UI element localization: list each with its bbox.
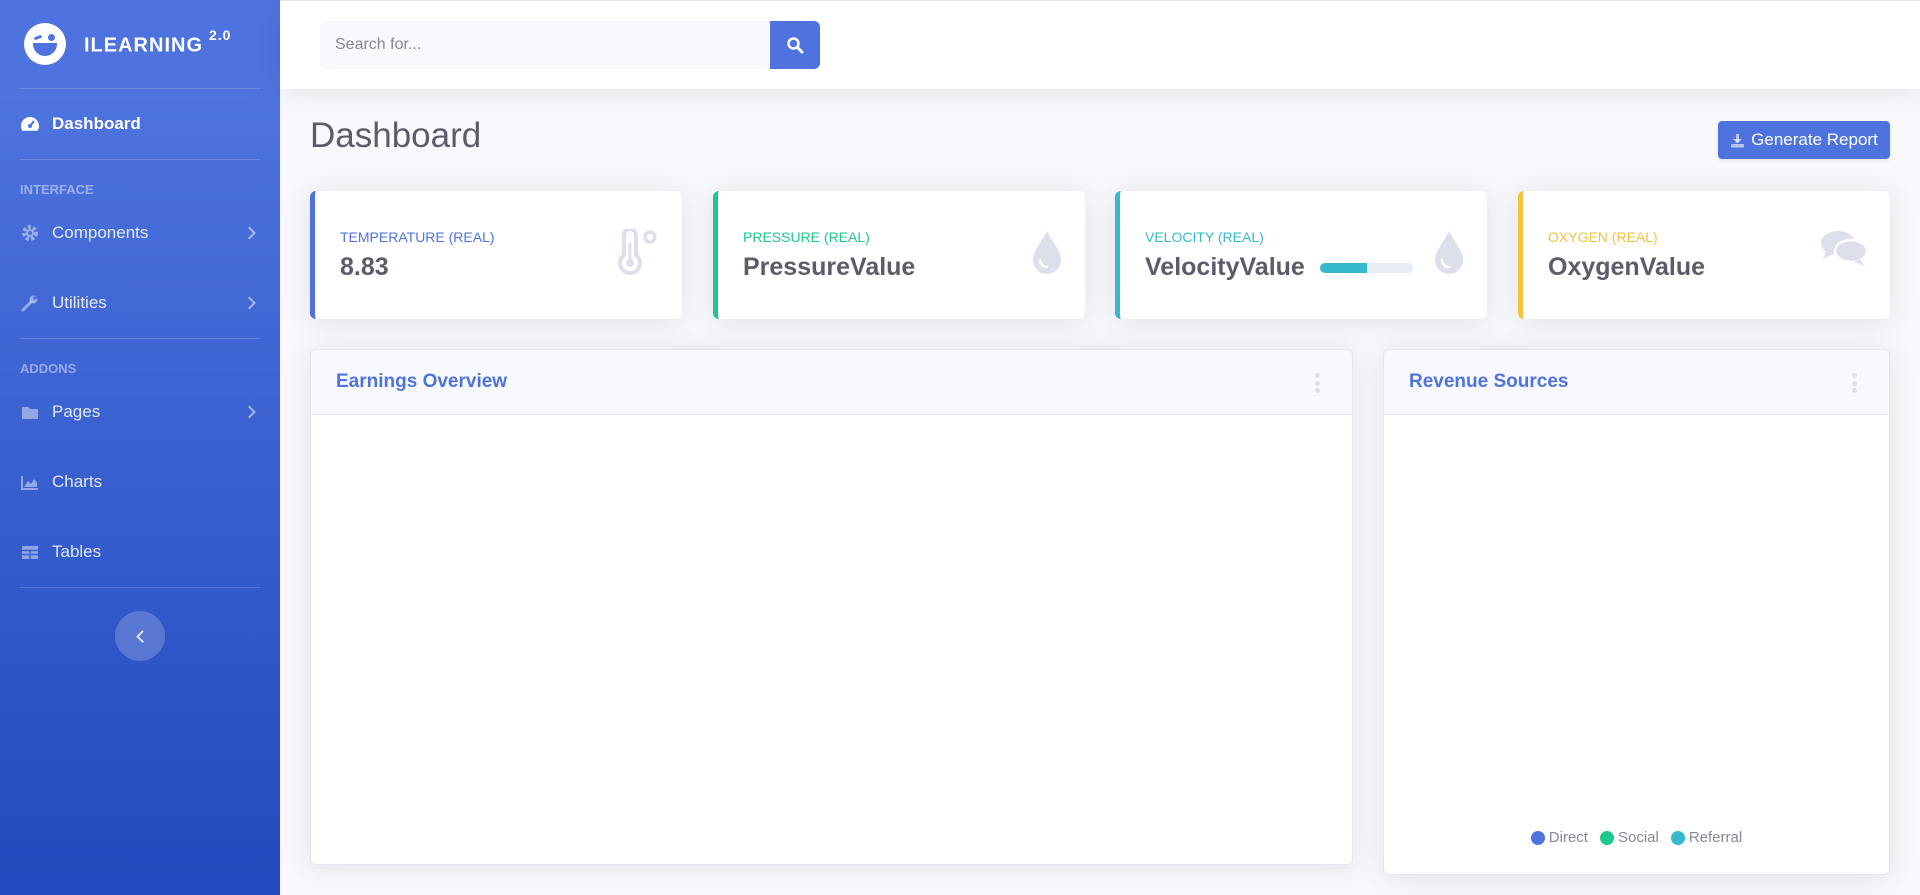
droplet-icon (1031, 229, 1063, 280)
sidebar-item-components[interactable]: Components (0, 198, 280, 268)
revenue-sources-panel: Revenue Sources Direct Social Referral (1383, 349, 1890, 875)
card-label: VELOCITY (REAL) (1145, 229, 1264, 245)
topbar (280, 0, 1920, 89)
folder-icon (20, 402, 40, 422)
temperature-card: TEMPERATURE (REAL) 8.83 (310, 191, 682, 319)
oxygen-card: OXYGEN (REAL) OxygenValue (1518, 191, 1890, 319)
card-value: OxygenValue (1548, 253, 1706, 281)
panel-header: Revenue Sources (1384, 350, 1889, 415)
revenue-chart-area (1384, 415, 1889, 875)
earnings-chart-area (311, 415, 1352, 865)
generate-report-label: Generate Report (1751, 130, 1878, 149)
legend-item-social: Social (1599, 829, 1659, 846)
sidebar-item-pages[interactable]: Pages (0, 377, 280, 447)
generate-report-button[interactable]: Generate Report (1718, 121, 1890, 159)
chart-area-icon (20, 472, 40, 492)
legend-item-referral: Referral (1670, 829, 1743, 846)
droplet-icon (1433, 229, 1465, 280)
sidebar-item-label: Charts (52, 472, 103, 491)
card-value: 8.83 (340, 253, 389, 281)
laugh-wink-icon (24, 23, 66, 65)
card-label: PRESSURE (REAL) (743, 229, 870, 245)
brand-text: ILEARNING 2.0 (84, 27, 231, 58)
card-value: VelocityValue (1145, 253, 1305, 281)
progress-fill (1320, 263, 1367, 273)
page-title: Dashboard (310, 116, 482, 155)
legend-label: Referral (1688, 829, 1743, 846)
search-input[interactable] (320, 21, 770, 69)
sidebar-heading-interface: INTERFACE (20, 182, 94, 197)
ellipsis-vertical-icon[interactable] (1315, 373, 1320, 393)
brand-version: 2.0 (209, 26, 232, 43)
table-icon (20, 542, 40, 562)
chevron-left-icon (135, 629, 149, 643)
sidebar-item-label: Utilities (52, 293, 107, 312)
sidebar-item-tables[interactable]: Tables (0, 517, 280, 587)
card-value: PressureValue (743, 253, 916, 281)
brand-name: ILEARNING (84, 34, 203, 57)
chevron-right-icon (243, 296, 256, 310)
chevron-right-icon (243, 405, 256, 419)
card-label: TEMPERATURE (REAL) (340, 229, 495, 245)
search-icon (787, 37, 804, 54)
panel-title: Earnings Overview (336, 371, 508, 392)
ellipsis-vertical-icon[interactable] (1852, 373, 1857, 393)
sidebar-item-charts[interactable]: Charts (0, 447, 280, 517)
thermometer-icon (616, 227, 660, 280)
earnings-overview-panel: Earnings Overview (310, 349, 1353, 865)
sidebar-item-label: Dashboard (52, 114, 141, 133)
comments-icon (1820, 229, 1869, 274)
sidebar-heading-addons: ADDONS (20, 361, 77, 376)
tachometer-icon (20, 114, 40, 134)
sidebar-item-label: Pages (52, 402, 101, 421)
sidebar-toggle-button[interactable] (115, 611, 165, 661)
search-form (320, 21, 820, 69)
card-label: OXYGEN (REAL) (1548, 229, 1658, 245)
legend-label: Direct (1548, 829, 1588, 846)
legend-swatch (1599, 830, 1614, 845)
pressure-card: PRESSURE (REAL) PressureValue (713, 191, 1085, 319)
legend-label: Social (1617, 829, 1659, 846)
chart-legend: Direct Social Referral (1384, 829, 1889, 846)
wrench-icon (20, 293, 40, 313)
sidebar-item-label: Tables (52, 542, 102, 561)
brand[interactable]: ILEARNING 2.0 (0, 0, 280, 88)
velocity-progress-bar (1320, 263, 1413, 273)
sidebar: ILEARNING 2.0 Dashboard INTERFACE Compone… (0, 0, 280, 895)
sidebar-item-dashboard[interactable]: Dashboard (0, 89, 280, 159)
gear-icon (20, 223, 40, 243)
velocity-card: VELOCITY (REAL) VelocityValue (1115, 191, 1487, 319)
panel-title: Revenue Sources (1409, 371, 1569, 392)
download-icon (1730, 133, 1745, 148)
sidebar-item-label: Components (52, 223, 149, 242)
legend-swatch (1670, 830, 1685, 845)
search-button[interactable] (770, 21, 820, 69)
chevron-right-icon (243, 226, 256, 240)
legend-swatch (1530, 830, 1545, 845)
legend-item-direct: Direct (1530, 829, 1588, 846)
sidebar-item-utilities[interactable]: Utilities (0, 268, 280, 338)
sidebar-divider (20, 587, 260, 588)
panel-header: Earnings Overview (311, 350, 1352, 415)
